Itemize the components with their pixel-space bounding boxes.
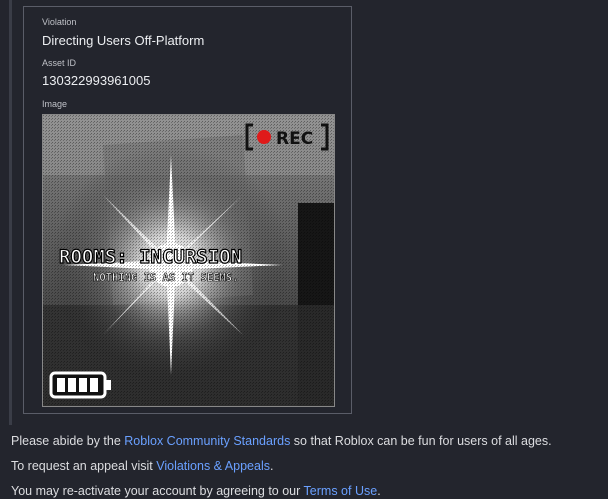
rec-dot-icon (257, 130, 271, 144)
asset-id-value: 130322993961005 (42, 73, 151, 88)
community-standards-link[interactable]: Roblox Community Standards (124, 434, 290, 448)
community-standards-message: Please abide by the Roblox Community Sta… (11, 434, 552, 448)
game-title: ROOMS: INCURSION (59, 246, 242, 268)
appeal-message: To request an appeal visit Violations & … (11, 459, 274, 473)
violation-card: Violation Directing Users Off-Platform A… (23, 6, 352, 414)
reactivate-message: You may re-activate your account by agre… (11, 484, 381, 498)
battery-icon (49, 371, 111, 399)
asset-image: REC ROOMS: INCURSION NOTHING IS AS IT SE… (42, 114, 335, 407)
quote-bar (9, 0, 12, 425)
image-label: Image (42, 99, 68, 109)
asset-id-label: Asset ID (42, 58, 77, 68)
violation-label: Violation (42, 17, 77, 27)
violation-value: Directing Users Off-Platform (42, 33, 205, 48)
terms-of-use-link[interactable]: Terms of Use (304, 484, 378, 498)
game-subtitle: NOTHING IS AS IT SEEMS. (93, 272, 238, 284)
rec-text: REC (276, 129, 313, 149)
violations-appeals-link[interactable]: Violations & Appeals (156, 459, 270, 473)
